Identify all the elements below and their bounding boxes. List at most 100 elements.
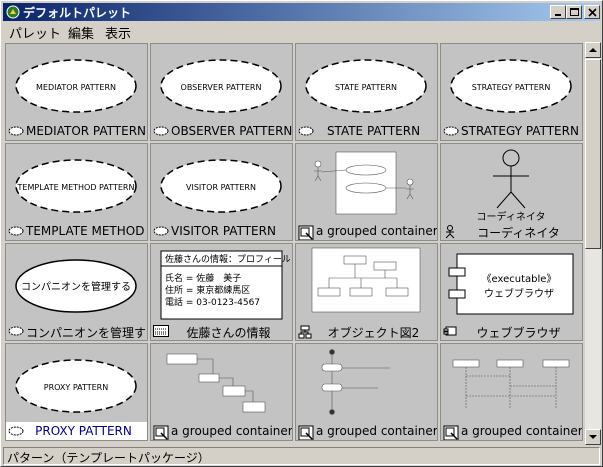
palette-cell[interactable]: コーディネイタ コーディネイタ	[440, 143, 583, 241]
cell-caption: TEMPLATE METHOD PATTERN	[6, 222, 147, 240]
grouped-container-icon	[298, 425, 314, 440]
diagram-thumbnail	[452, 359, 570, 408]
cell-preview: PROXY PATTERN	[15, 359, 137, 413]
cell-preview	[314, 151, 414, 215]
cell-caption: OBSERVER PATTERN	[151, 122, 292, 140]
ellipse-icon	[8, 125, 24, 139]
ellipse-icon	[443, 125, 459, 139]
window-title: デフォルトパレット	[23, 6, 132, 20]
scroll-thumb[interactable]	[585, 59, 601, 249]
cell-caption: a grouped container	[296, 422, 437, 440]
cell-label: STATE PATTERN	[326, 124, 421, 138]
cell-preview: コンパニオンを管理する	[15, 259, 137, 313]
cell-preview: 《executable》ウェブブラウザ	[448, 253, 574, 315]
ellipse-icon	[8, 325, 24, 339]
minimize-icon	[555, 14, 561, 16]
arrow-up-icon	[589, 48, 597, 52]
cell-label: 佐藤さんの情報	[186, 326, 271, 340]
close-icon	[588, 8, 597, 17]
cell-label: ウェブブラウザ	[476, 326, 561, 340]
diagram-thumbnail	[311, 247, 421, 313]
cell-label: OBSERVER PATTERN	[171, 124, 292, 138]
cell-preview: OBSERVER PATTERN	[160, 59, 282, 113]
palette-cell[interactable]: コンパニオンを管理する コンパニオンを管理する	[5, 243, 148, 341]
ellipse-icon	[153, 225, 169, 239]
palette-cell[interactable]: STATE PATTERN STATE PATTERN	[295, 43, 438, 141]
ellipse-text: STRATEGY PATTERN	[472, 83, 551, 92]
cell-caption: VISITOR PATTERN	[151, 222, 292, 240]
palette-cell[interactable]: a grouped container	[150, 343, 293, 441]
ellipse-text: MEDIATOR PATTERN	[36, 83, 116, 92]
cell-caption: 佐藤さんの情報	[151, 322, 292, 340]
ellipse-icon	[8, 225, 24, 239]
diagram-thumbnail	[321, 349, 390, 415]
cell-caption: MEDIATOR PATTERN	[6, 122, 147, 140]
cell-preview	[452, 359, 570, 408]
palette-cell[interactable]: a grouped container	[295, 343, 438, 441]
ellipse-text: TEMPLATE METHOD PATTERN	[17, 183, 135, 192]
cell-label: a grouped container	[171, 424, 292, 438]
component-text: ウェブブラウザ	[484, 287, 554, 300]
object-title: 佐藤さんの情報：プロフィール	[165, 253, 290, 265]
cell-preview: STATE PATTERN	[305, 59, 427, 113]
ellipse-text: VISITOR PATTERN	[186, 183, 256, 192]
minimize-button[interactable]	[550, 5, 566, 19]
maximize-button[interactable]	[566, 5, 582, 19]
ellipse-icon	[153, 125, 169, 139]
cell-caption: STRATEGY PATTERN	[441, 122, 582, 140]
cell-preview: 佐藤さんの情報：プロフィール氏名 = 佐藤 美子住所 = 東京都練馬区電話 = …	[160, 250, 290, 320]
cell-preview: VISITOR PATTERN	[160, 159, 282, 213]
palette-cell[interactable]: PROXY PATTERN PROXY PATTERN	[5, 343, 148, 441]
cell-caption: STATE PATTERN	[296, 122, 437, 140]
palette-cell[interactable]: 《executable》 ウェブブラウザ ウェブブラウザ	[440, 243, 583, 341]
grouped-container-icon	[153, 425, 169, 440]
actor-figure	[493, 149, 529, 209]
cell-preview	[321, 349, 390, 415]
title-bar[interactable]: デフォルトパレット	[3, 3, 600, 21]
status-bar: パターン（テンプレートパッケージ）	[3, 447, 600, 465]
cell-caption: a grouped container	[151, 422, 292, 440]
scroll-up-button[interactable]	[585, 42, 601, 58]
object-attribute: 住所 = 東京都練馬区	[165, 284, 250, 296]
app-icon	[6, 5, 20, 19]
diagram-thumbnail	[314, 151, 414, 215]
ellipse-text: コンパニオンを管理する	[21, 280, 131, 293]
palette-cell[interactable]: 佐藤さんの情報：プロフィール 氏名 = 佐藤 美子 住所 = 東京都練馬区 電話 = …	[150, 243, 293, 341]
palette-grid: MEDIATOR PATTERN MEDIATOR PATTERN OBSERVER…	[4, 42, 584, 445]
ellipse-text: STATE PATTERN	[335, 83, 397, 92]
menu-palette[interactable]: パレット	[9, 23, 61, 42]
grouped-container-icon	[298, 225, 314, 240]
cell-caption: ウェブブラウザ	[441, 322, 582, 340]
cell-label: TEMPLATE METHOD PATTERN	[26, 224, 147, 238]
palette-cell[interactable]: MEDIATOR PATTERN MEDIATOR PATTERN	[5, 43, 148, 141]
palette-cell[interactable]: a grouped container	[295, 143, 438, 241]
close-button[interactable]	[584, 5, 600, 19]
cell-label: VISITOR PATTERN	[171, 224, 276, 238]
menu-bar: パレット 編集 表示	[3, 22, 600, 42]
palette-cell[interactable]: VISITOR PATTERN VISITOR PATTERN	[150, 143, 293, 241]
cell-label: STRATEGY PATTERN	[461, 124, 579, 138]
cell-caption: オブジェクト図2	[296, 322, 437, 340]
cell-caption: コンパニオンを管理する	[6, 322, 147, 340]
menu-view[interactable]: 表示	[105, 23, 131, 42]
cell-label: PROXY PATTERN	[35, 424, 132, 438]
palette-cell[interactable]: a grouped container	[440, 343, 583, 441]
maximize-icon	[570, 8, 579, 16]
object-attribute: 電話 = 03-0123-4567	[165, 296, 260, 308]
cell-caption: コーディネイタ	[441, 222, 582, 240]
ellipse-text: PROXY PATTERN	[44, 383, 108, 392]
palette-cell[interactable]: オブジェクト図2	[295, 243, 438, 341]
menu-edit[interactable]: 編集	[68, 23, 94, 42]
vertical-scrollbar[interactable]	[585, 42, 601, 445]
palette-cell[interactable]: TEMPLATE METHOD PATTERN TEMPLATE METHOD P…	[5, 143, 148, 241]
cell-label: a grouped container	[461, 424, 582, 438]
cell-preview: コーディネイタ	[477, 149, 546, 222]
palette-cell[interactable]: OBSERVER PATTERN OBSERVER PATTERN	[150, 43, 293, 141]
grouped-container-icon	[443, 425, 459, 440]
cell-preview: TEMPLATE METHOD PATTERN	[15, 159, 137, 213]
arrow-down-icon	[589, 435, 597, 439]
actor-name: コーディネイタ	[477, 210, 546, 222]
palette-cell[interactable]: STRATEGY PATTERN STRATEGY PATTERN	[440, 43, 583, 141]
scroll-down-button[interactable]	[585, 429, 601, 445]
cell-label: オブジェクト図2	[327, 326, 420, 340]
